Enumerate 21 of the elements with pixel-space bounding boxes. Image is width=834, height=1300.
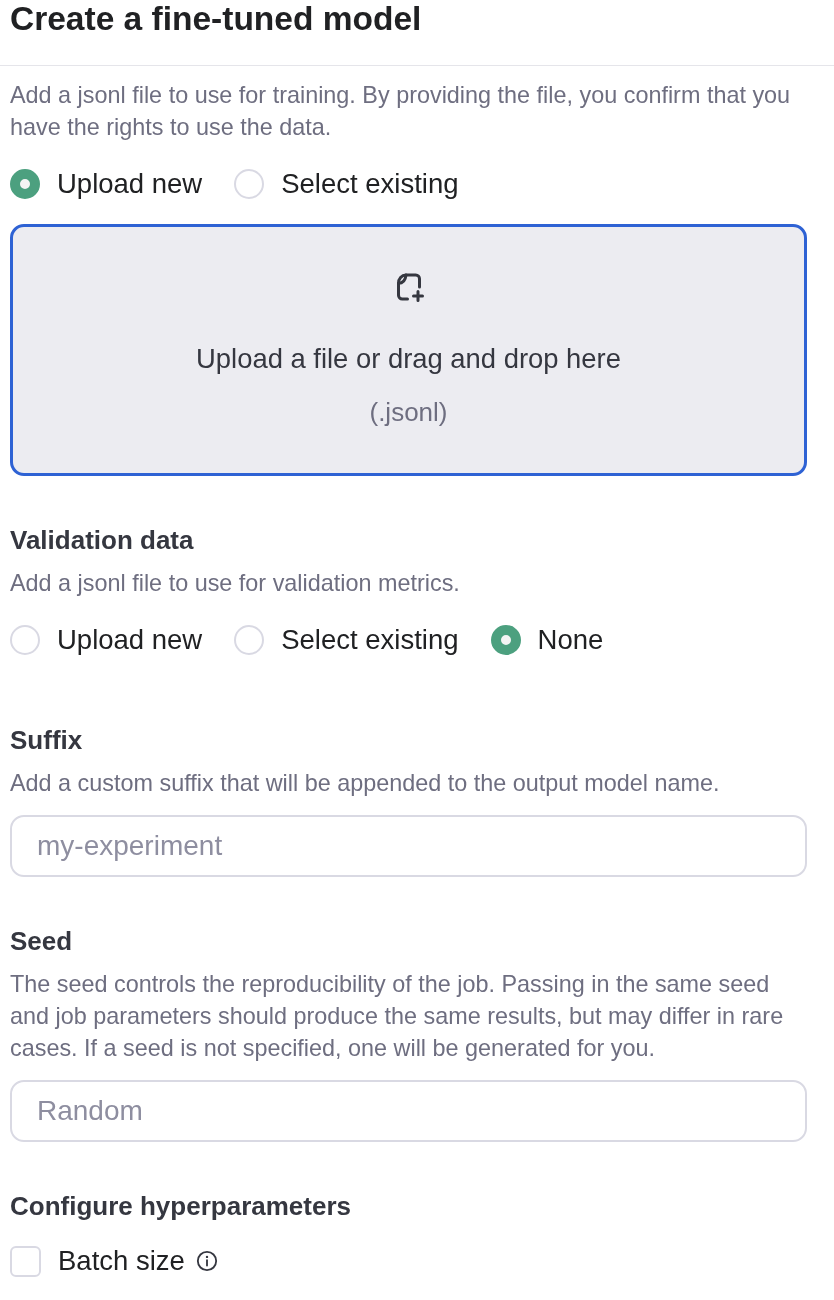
upload-prompt: Upload a file or drag and drop here [196, 343, 621, 375]
section-heading: Suffix [10, 724, 84, 756]
section-heading: Configure hyperparameters [10, 1190, 352, 1222]
radio-option[interactable]: None [490, 624, 604, 656]
section-heading: Seed [10, 925, 74, 957]
section-description: Add a jsonl file to use for validation metrics. [10, 569, 461, 598]
page-title: Create a fine-tuned model [10, 0, 423, 38]
section-description: Add a custom suffix that will be appended to the output model name. [10, 769, 721, 798]
section-description: The seed controls the reproducibility of the job. Passing in the same seed and job parameters should produce the same results, but may differ in rare cases. If a seed is not specified, one will be generated for you. [10, 970, 785, 1063]
radio-option[interactable]: Upload new [10, 624, 203, 656]
input-field[interactable]: Random [10, 1080, 807, 1142]
section-description: Add a jsonl file to use for training. By providing the file, you confirm that you have the rights to use the data. [10, 81, 792, 142]
file-type-hint: (.jsonl) [369, 396, 448, 428]
radio-option[interactable]: Select existing [234, 168, 459, 200]
section-heading: Validation data [10, 524, 195, 556]
input-field[interactable]: my-experiment [10, 815, 807, 877]
radio-option[interactable]: Upload new [10, 168, 203, 200]
info-icon[interactable] [195, 1250, 218, 1272]
radio-option[interactable]: Select existing [234, 624, 459, 656]
upload-dropzone[interactable]: Upload a file or drag and drop here (.jsonl) [10, 224, 807, 476]
checkbox-option[interactable]: Batch size [10, 1245, 218, 1277]
